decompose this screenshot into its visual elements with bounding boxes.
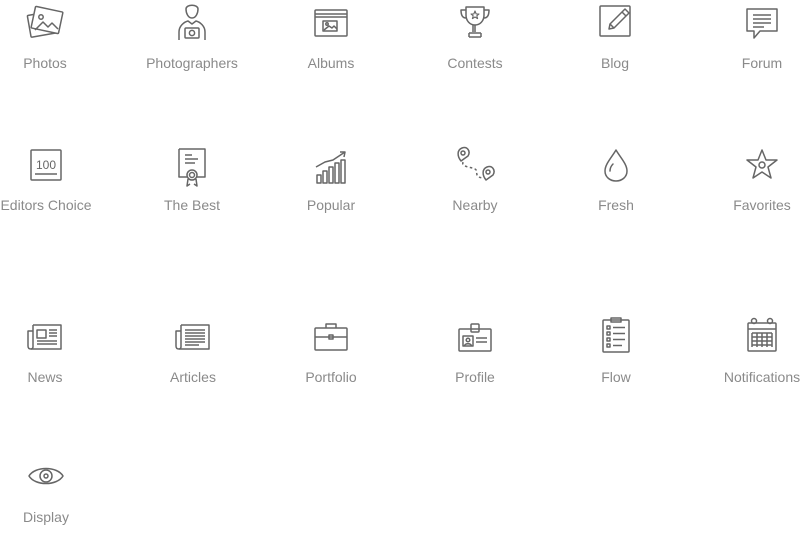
id-badge-icon — [455, 317, 495, 357]
nav-item-label: Photographers — [146, 55, 238, 71]
nav-item-blog[interactable]: Blog — [555, 0, 675, 90]
nav-item-favorites[interactable]: Favorites — [702, 142, 803, 232]
nearby-map-pin-icon — [453, 145, 497, 185]
nav-item-label: Portfolio — [305, 369, 357, 385]
calendar-icon — [742, 315, 782, 355]
nav-item-label: News — [27, 369, 63, 385]
nav-item-articles[interactable]: Articles — [133, 314, 253, 404]
articles-icon — [173, 317, 213, 357]
nav-item-label: Blog — [600, 55, 630, 71]
nav-item-display[interactable]: Display — [0, 454, 106, 544]
nav-item-label: Contests — [447, 55, 503, 71]
nav-item-label: Display — [23, 509, 69, 525]
svg-text:100: 100 — [36, 158, 56, 172]
blog-pencil-icon — [595, 1, 635, 41]
nav-item-forum[interactable]: Forum — [702, 0, 803, 90]
nav-item-label: Nearby — [452, 197, 498, 213]
nav-item-label: Profile — [455, 369, 495, 385]
album-icon — [311, 3, 351, 43]
nav-item-label: Notifications — [723, 369, 801, 385]
nav-item-albums[interactable]: Albums — [271, 0, 391, 90]
nav-item-popular[interactable]: Popular — [271, 142, 391, 232]
award-certificate-icon — [172, 147, 212, 187]
nav-item-nearby[interactable]: Nearby — [415, 142, 535, 232]
nav-item-label: Articles — [170, 369, 216, 385]
clipboard-checklist-icon — [596, 315, 636, 355]
nav-item-notifications[interactable]: Notifications — [702, 314, 803, 404]
nav-item-editors-choice[interactable]: 100 Editors Choice — [0, 142, 106, 232]
nav-item-flow[interactable]: Flow — [556, 314, 676, 404]
nav-item-label: Editors Choice — [0, 197, 92, 213]
icon-grid: Photos Photographers Albums Contests Blo… — [0, 0, 803, 525]
nav-item-news[interactable]: News — [0, 314, 105, 404]
eye-icon — [26, 456, 66, 496]
nav-item-the-best[interactable]: The Best — [132, 142, 252, 232]
nav-item-photos[interactable]: Photos — [0, 0, 105, 90]
star-icon — [742, 145, 782, 185]
newspaper-icon — [25, 317, 65, 357]
nav-item-label: Flow — [601, 369, 631, 385]
briefcase-icon — [311, 317, 351, 357]
nav-item-label: Albums — [307, 55, 355, 71]
fresh-drop-icon — [596, 146, 636, 186]
photos-icon — [25, 3, 65, 43]
nav-item-label: The Best — [163, 197, 221, 213]
nav-item-profile[interactable]: Profile — [415, 314, 535, 404]
nav-item-label: Forum — [741, 55, 783, 71]
nav-item-photographers[interactable]: Photographers — [132, 0, 252, 90]
nav-item-portfolio[interactable]: Portfolio — [271, 314, 391, 404]
nav-item-contests[interactable]: Contests — [415, 0, 535, 90]
nav-item-label: Popular — [306, 197, 356, 213]
forum-chat-icon — [742, 3, 782, 43]
photographer-icon — [172, 0, 212, 40]
editors-choice-100-icon: 100 — [26, 145, 66, 185]
nav-item-fresh[interactable]: Fresh — [556, 142, 676, 232]
nav-item-label: Fresh — [598, 197, 634, 213]
popular-chart-icon — [311, 147, 351, 187]
nav-item-label: Photos — [23, 55, 67, 71]
trophy-icon — [455, 1, 495, 41]
nav-item-label: Favorites — [733, 197, 791, 213]
